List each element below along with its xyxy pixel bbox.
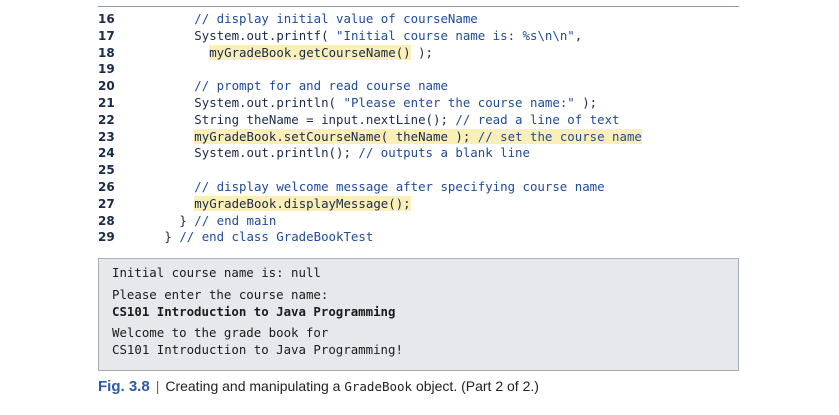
output-line: CS101 Introduction to Java Programming! [112,342,403,358]
program-output: Initial course name is: null Please ente… [112,265,403,359]
code-token: } [164,229,180,245]
figure-label: Fig. 3.8 [98,378,150,395]
line-number: 28 [98,213,115,228]
code-comment: // outputs a blank line [358,145,530,161]
code-token: String theName = input.nextLine(); [194,111,456,127]
caption-text-end: object. (Part 2 of 2.) [412,378,539,394]
code-text: System.out.printf( "Initial course name … [194,28,582,45]
code-line: 20 // prompt for and read course name [98,78,739,95]
line-number: 20 [98,79,115,94]
line-number: 16 [98,12,115,26]
code-text: myGradeBook.setCourseName( theName ); //… [194,128,642,146]
top-rule [98,6,739,7]
figure-caption: Fig. 3.8 | Creating and manipulating a Gra… [98,378,539,395]
code-line: 25 [98,162,739,179]
output-line: Please enter the course name: [112,286,329,302]
line-number: 26 [98,179,115,194]
code-text: myGradeBook.displayMessage(); [194,195,411,213]
line-number: 19 [98,62,115,77]
code-token: System.out.println(); [194,145,359,161]
code-text: System.out.println(); // outputs a blank… [194,145,530,162]
line-number: 24 [98,146,115,161]
line-number: 23 [98,129,115,144]
code-comment: // prompt for and read course name [194,78,448,94]
code-line: 16 // display initial value of courseName [98,11,739,28]
code-line: 28} // end main [98,213,739,230]
code-comment: // display initial value of courseName [194,11,478,26]
code-token: } [179,212,195,228]
line-number: 18 [98,45,115,60]
code-text: // display initial value of courseName [194,11,477,28]
code-comment: // read a line of text [455,111,620,127]
output-line: Welcome to the grade book for [112,325,329,341]
code-line: 27 myGradeBook.displayMessage(); [98,195,739,213]
code-token: ); [410,44,434,60]
code-text: System.out.println( "Please enter the co… [194,95,597,112]
code-line: 23 myGradeBook.setCourseName( theName ); … [98,128,739,146]
code-line: 17 System.out.printf( "Initial course nam… [98,28,739,45]
caption-separator: | [155,378,160,394]
line-number: 25 [98,163,115,178]
code-text: } // end main [179,213,276,230]
code-token: ); [574,94,598,110]
code-comment: // display welcome message after specify… [194,178,605,194]
code-line: 24 System.out.println(); // outputs a bla… [98,145,739,162]
code-line: 21 System.out.println( "Please enter the … [98,95,739,112]
output-user-input: CS101 Introduction to Java Programming [112,303,396,319]
code-comment: // end main [194,212,277,228]
code-line: 26 // display welcome message after speci… [98,179,739,196]
code-token: , [574,27,583,43]
highlighted-code: myGradeBook.displayMessage(); [194,195,411,211]
code-text: String theName = input.nextLine(); // re… [194,112,619,129]
line-number: 22 [98,112,115,127]
highlighted-code: myGradeBook.setCourseName( theName ); [194,128,478,144]
code-comment: // end class GradeBookTest [179,229,374,245]
caption-code: GradeBook [344,379,413,394]
output-line: Initial course name is: null [112,265,321,280]
code-text: // display welcome message after specify… [194,179,604,196]
code-text: myGradeBook.getCourseName() ); [209,44,434,62]
code-text: } // end class GradeBookTest [164,229,373,246]
caption-text: Creating and manipulating a [165,378,345,394]
code-line: 29} // end class GradeBookTest [98,229,739,246]
program-output-box: Initial course name is: null Please ente… [98,258,739,371]
highlighted-code: myGradeBook.getCourseName() [209,44,411,60]
line-number: 21 [98,95,115,110]
line-number: 17 [98,28,115,43]
code-string: "Please enter the course name:" [343,94,575,110]
code-line: 22 String theName = input.nextLine(); // … [98,112,739,129]
code-line: 19 [98,61,739,78]
code-string: "Initial course name is: %s\n\n" [336,27,575,43]
code-token: System.out.printf( [194,27,337,43]
line-number: 29 [98,230,115,245]
code-line: 18 myGradeBook.getCourseName() ); [98,44,739,62]
code-listing: 16 // display initial value of courseName… [98,11,739,246]
line-number: 27 [98,196,115,211]
code-text: // prompt for and read course name [194,78,448,95]
code-token: System.out.println( [194,94,344,110]
highlighted-code: // set the course name [477,128,642,144]
